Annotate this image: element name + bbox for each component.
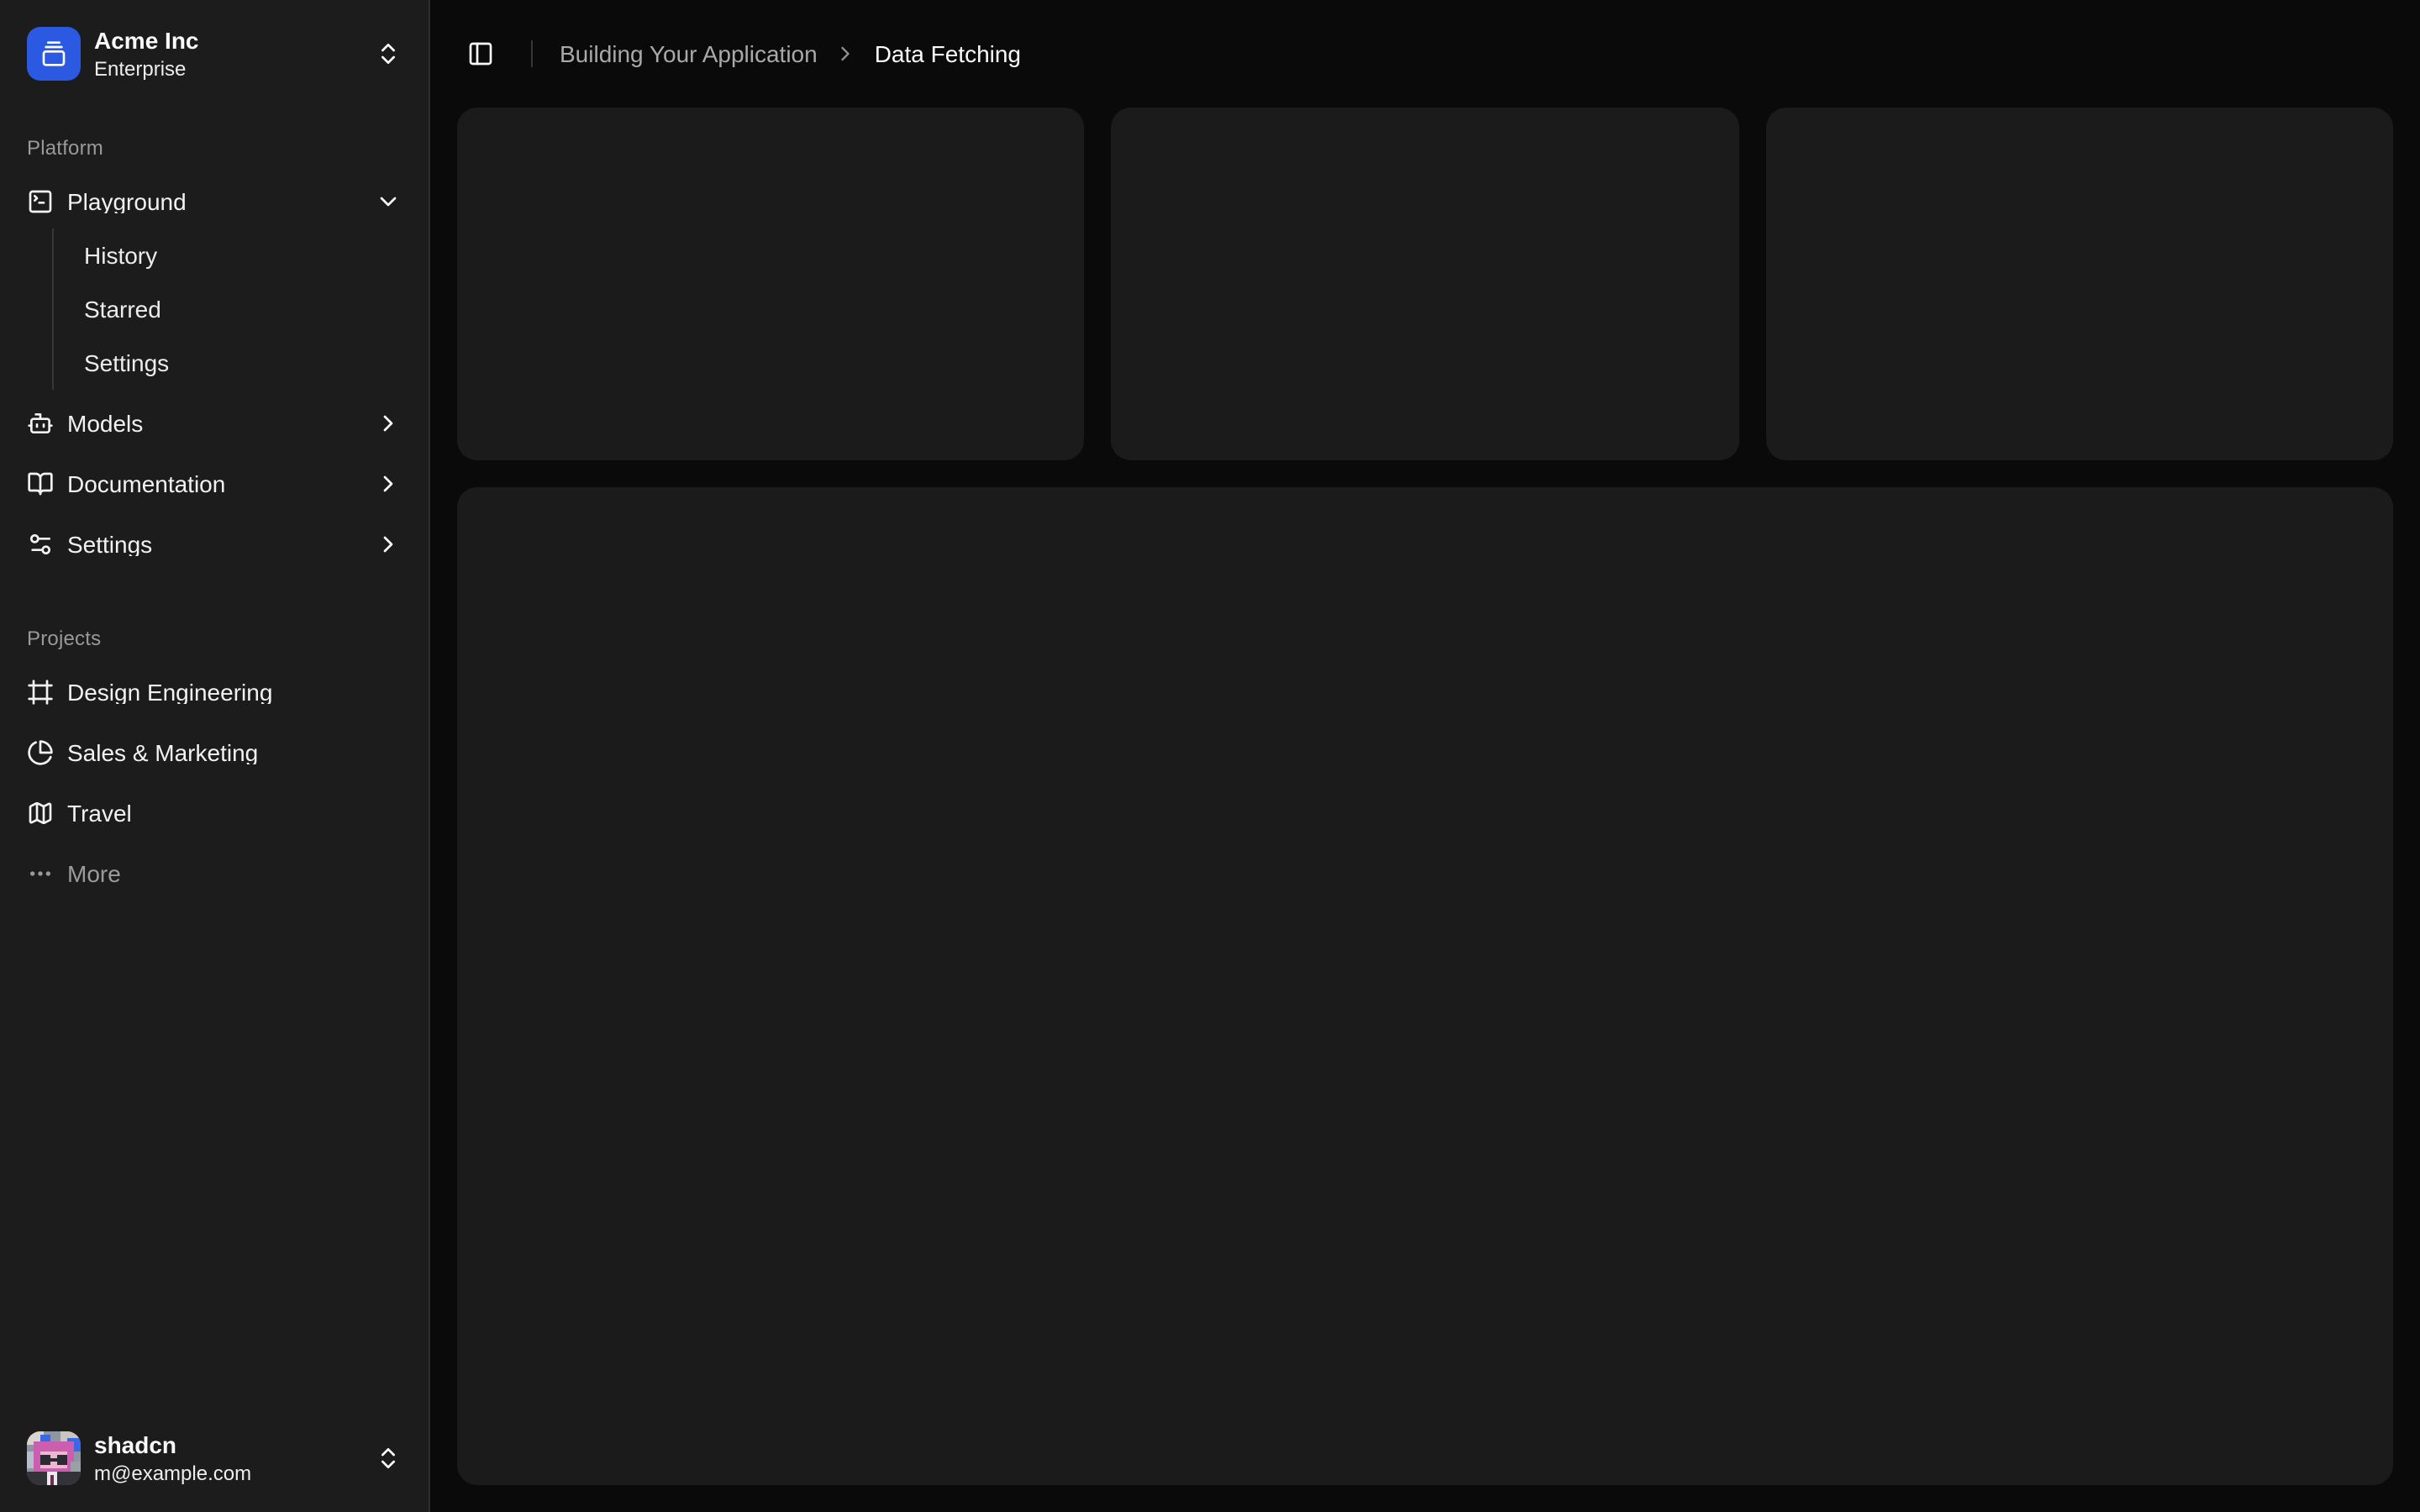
- sidebar-item-documentation[interactable]: Documentation: [13, 457, 415, 511]
- menu-item-documentation-wrapper: Documentation: [13, 457, 415, 511]
- ellipsis-icon: [27, 860, 54, 887]
- team-meta: Acme Inc Enterprise: [94, 26, 361, 81]
- team-logo: [27, 27, 81, 81]
- sidebar-item-label: Sales & Marketing: [67, 741, 402, 764]
- sidebar-item-sales-marketing[interactable]: Sales & Marketing: [13, 726, 415, 780]
- sidebar-item-design-engineering[interactable]: Design Engineering: [13, 665, 415, 719]
- menu-item-models-wrapper: Models: [13, 396, 415, 450]
- vertical-separator: [531, 40, 533, 67]
- menu-item-playground-wrapper: Playground History Starred: [13, 175, 415, 390]
- sidebar-item-label: Travel: [67, 801, 402, 825]
- team-plan: Enterprise: [94, 57, 361, 81]
- submenu-item: Settings: [71, 339, 415, 386]
- frame-icon: [27, 679, 54, 706]
- sidebar-header: Acme Inc Enterprise: [0, 0, 429, 108]
- sidebar-subitem-starred[interactable]: Starred: [71, 286, 415, 333]
- group-label-projects: Projects: [13, 612, 415, 665]
- sidebar-item-models[interactable]: Models: [13, 396, 415, 450]
- group-label-platform: Platform: [13, 121, 415, 175]
- sidebar-subitem-settings[interactable]: Settings: [71, 339, 415, 386]
- avatar: [27, 1431, 81, 1485]
- placeholder-card-1: [457, 108, 1085, 460]
- placeholder-card-main: [457, 487, 2393, 1485]
- avatar-image: [27, 1431, 81, 1485]
- sidebar-item-label: Playground: [67, 190, 361, 213]
- pie-chart-icon: [27, 739, 54, 766]
- sidebar-item-label: Settings: [67, 533, 361, 556]
- platform-menu: Playground History Starred: [13, 175, 415, 571]
- user-meta: shadcn m@example.com: [94, 1431, 361, 1486]
- sidebar-item-playground[interactable]: Playground: [13, 175, 415, 228]
- user-menu-button[interactable]: shadcn m@example.com: [13, 1418, 415, 1499]
- menu-item-more-wrapper: More: [13, 847, 415, 900]
- playground-submenu: History Starred Settings: [52, 228, 415, 390]
- sidebar-content: Platform Playground History: [0, 108, 429, 1404]
- page-content: [430, 108, 2420, 1512]
- bot-icon: [27, 410, 54, 437]
- sidebar-item-travel[interactable]: Travel: [13, 786, 415, 840]
- team-name: Acme Inc: [94, 26, 361, 55]
- breadcrumb-chevron-icon: [834, 42, 858, 66]
- book-open-icon: [27, 470, 54, 497]
- placeholder-card-3: [1765, 108, 2393, 460]
- chevron-right-icon: [375, 531, 402, 558]
- map-icon: [27, 800, 54, 827]
- submenu-item: History: [71, 232, 415, 279]
- topbar: Building Your Application Data Fetching: [430, 0, 2420, 108]
- chevrons-up-down-icon: [375, 40, 402, 67]
- placeholder-cards-row: [457, 108, 2393, 460]
- gallery-vertical-end-icon: [40, 40, 67, 67]
- terminal-square-icon: [27, 188, 54, 215]
- menu-item-design-engineering-wrapper: Design Engineering: [13, 665, 415, 719]
- sidebar-toggle-button[interactable]: [457, 30, 504, 77]
- submenu-item: Starred: [71, 286, 415, 333]
- sidebar-footer: shadcn m@example.com: [0, 1404, 429, 1512]
- placeholder-card-2: [1112, 108, 1739, 460]
- nav-group-projects: Projects Design Engineering Sales & Mark…: [0, 598, 429, 914]
- sliders-icon: [27, 531, 54, 558]
- sidebar-subitem-history[interactable]: History: [71, 232, 415, 279]
- sidebar-item-label: Design Engineering: [67, 680, 402, 704]
- sidebar-item-label: Models: [67, 412, 361, 435]
- menu-item-travel-wrapper: Travel: [13, 786, 415, 840]
- chevron-right-icon: [375, 410, 402, 437]
- sidebar-item-more[interactable]: More: [13, 847, 415, 900]
- sidebar-item-label: Documentation: [67, 472, 361, 496]
- menu-item-settings-wrapper: Settings: [13, 517, 415, 571]
- chevron-right-icon: [375, 470, 402, 497]
- panel-left-icon: [467, 40, 494, 67]
- chevron-down-icon: [375, 188, 402, 215]
- breadcrumb-current-page: Data Fetching: [875, 40, 1021, 67]
- user-email: m@example.com: [94, 1462, 361, 1486]
- user-name: shadcn: [94, 1431, 361, 1460]
- sidebar-item-settings[interactable]: Settings: [13, 517, 415, 571]
- projects-menu: Design Engineering Sales & Marketing Tra…: [13, 665, 415, 900]
- nav-group-platform: Platform Playground History: [0, 108, 429, 585]
- breadcrumb: Building Your Application Data Fetching: [560, 40, 1021, 67]
- menu-item-sales-marketing-wrapper: Sales & Marketing: [13, 726, 415, 780]
- chevrons-up-down-icon: [375, 1445, 402, 1472]
- team-switcher-button[interactable]: Acme Inc Enterprise: [13, 13, 415, 94]
- sidebar-item-label: More: [67, 862, 402, 885]
- breadcrumb-parent-link[interactable]: Building Your Application: [560, 40, 818, 67]
- sidebar: Acme Inc Enterprise Platform Playground: [0, 0, 430, 1512]
- main-area: Building Your Application Data Fetching: [430, 0, 2420, 1512]
- app-root: Acme Inc Enterprise Platform Playground: [0, 0, 2420, 1512]
